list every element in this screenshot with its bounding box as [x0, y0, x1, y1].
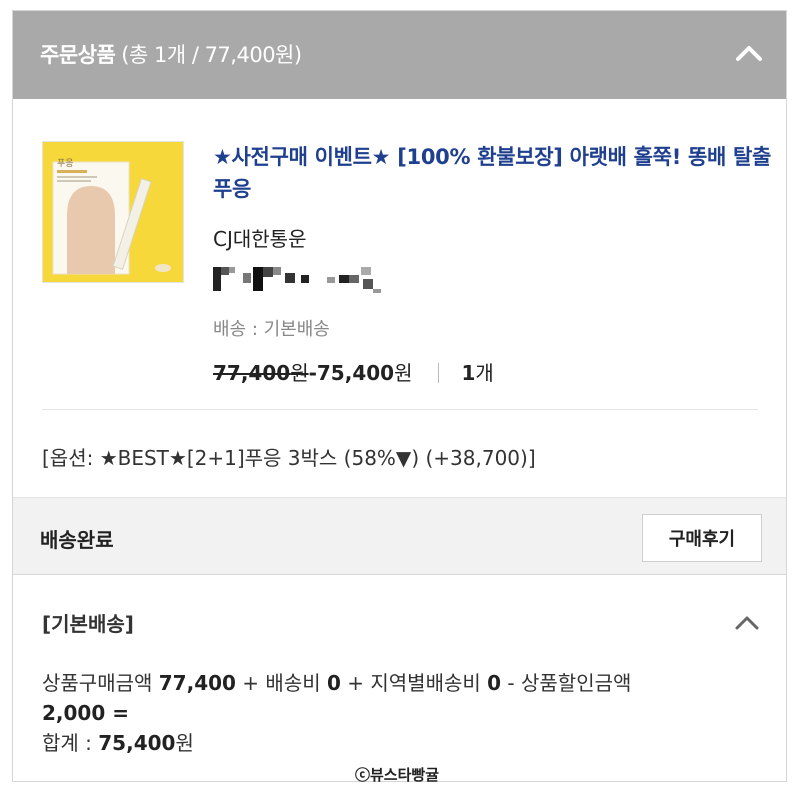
delivery-status: 배송완료: [40, 528, 114, 552]
discount-amount: 2,000 =: [42, 701, 129, 725]
tracking-number-pixelated: [213, 267, 381, 293]
delivery-group-title: [기본배송]: [42, 612, 134, 636]
divider: [42, 409, 758, 410]
carrier-name: CJ대한통운: [213, 227, 307, 251]
header-title: 주문상품 (총 1개 / 77,400원): [40, 39, 302, 69]
product-image: 푸응: [43, 142, 183, 282]
chevron-up-icon[interactable]: [734, 41, 764, 65]
option-text: [옵션: ★BEST★[2+1]푸응 3박스 (58%▼) (+38,700)]: [42, 446, 536, 470]
product-thumbnail[interactable]: 푸응: [42, 141, 184, 283]
shipping-method: 배송 : 기본배송: [213, 319, 330, 340]
price-separator: [438, 363, 440, 383]
payment-calculation: 상품구매금액 77,400 + 배송비 0 + 지역별배송비 0 - 상품할인금…: [42, 671, 632, 755]
order-items-card: 주문상품 (총 1개 / 77,400원) 푸응 ★사전구매 이벤트★ [100%…: [12, 10, 787, 782]
watermark: ⓒ뷰스타빵귤: [355, 766, 440, 784]
delivery-summary: [기본배송] 상품구매금액 77,400 + 배송비 0 + 지역별배송비 0 …: [13, 575, 786, 783]
write-review-button[interactable]: 구매후기: [642, 514, 762, 562]
thumbnail-brand: 푸응: [57, 158, 74, 169]
total-label: 합계 :: [42, 731, 99, 755]
delivery-status-bar: 배송완료 구매후기: [13, 497, 786, 575]
quantity: 1개: [461, 361, 494, 385]
chevron-up-icon[interactable]: [734, 613, 760, 633]
total-amount: 75,400: [98, 731, 176, 755]
sale-price: -75,400원: [308, 361, 413, 385]
original-price: 77,400원: [213, 361, 309, 385]
price-row: 77,400원-75,400원 1개: [213, 357, 494, 386]
header-summary: (총 1개 / 77,400원): [121, 43, 302, 67]
header-title-label: 주문상품: [40, 43, 116, 67]
order-items-header[interactable]: 주문상품 (총 1개 / 77,400원): [13, 11, 786, 99]
product-item: 푸응 ★사전구매 이벤트★ [100% 환불보장] 아랫배 홀쭉! 똥배 탈출 …: [13, 99, 786, 417]
product-name[interactable]: ★사전구매 이벤트★ [100% 환불보장] 아랫배 홀쭉! 똥배 탈출 푸응: [213, 141, 773, 205]
